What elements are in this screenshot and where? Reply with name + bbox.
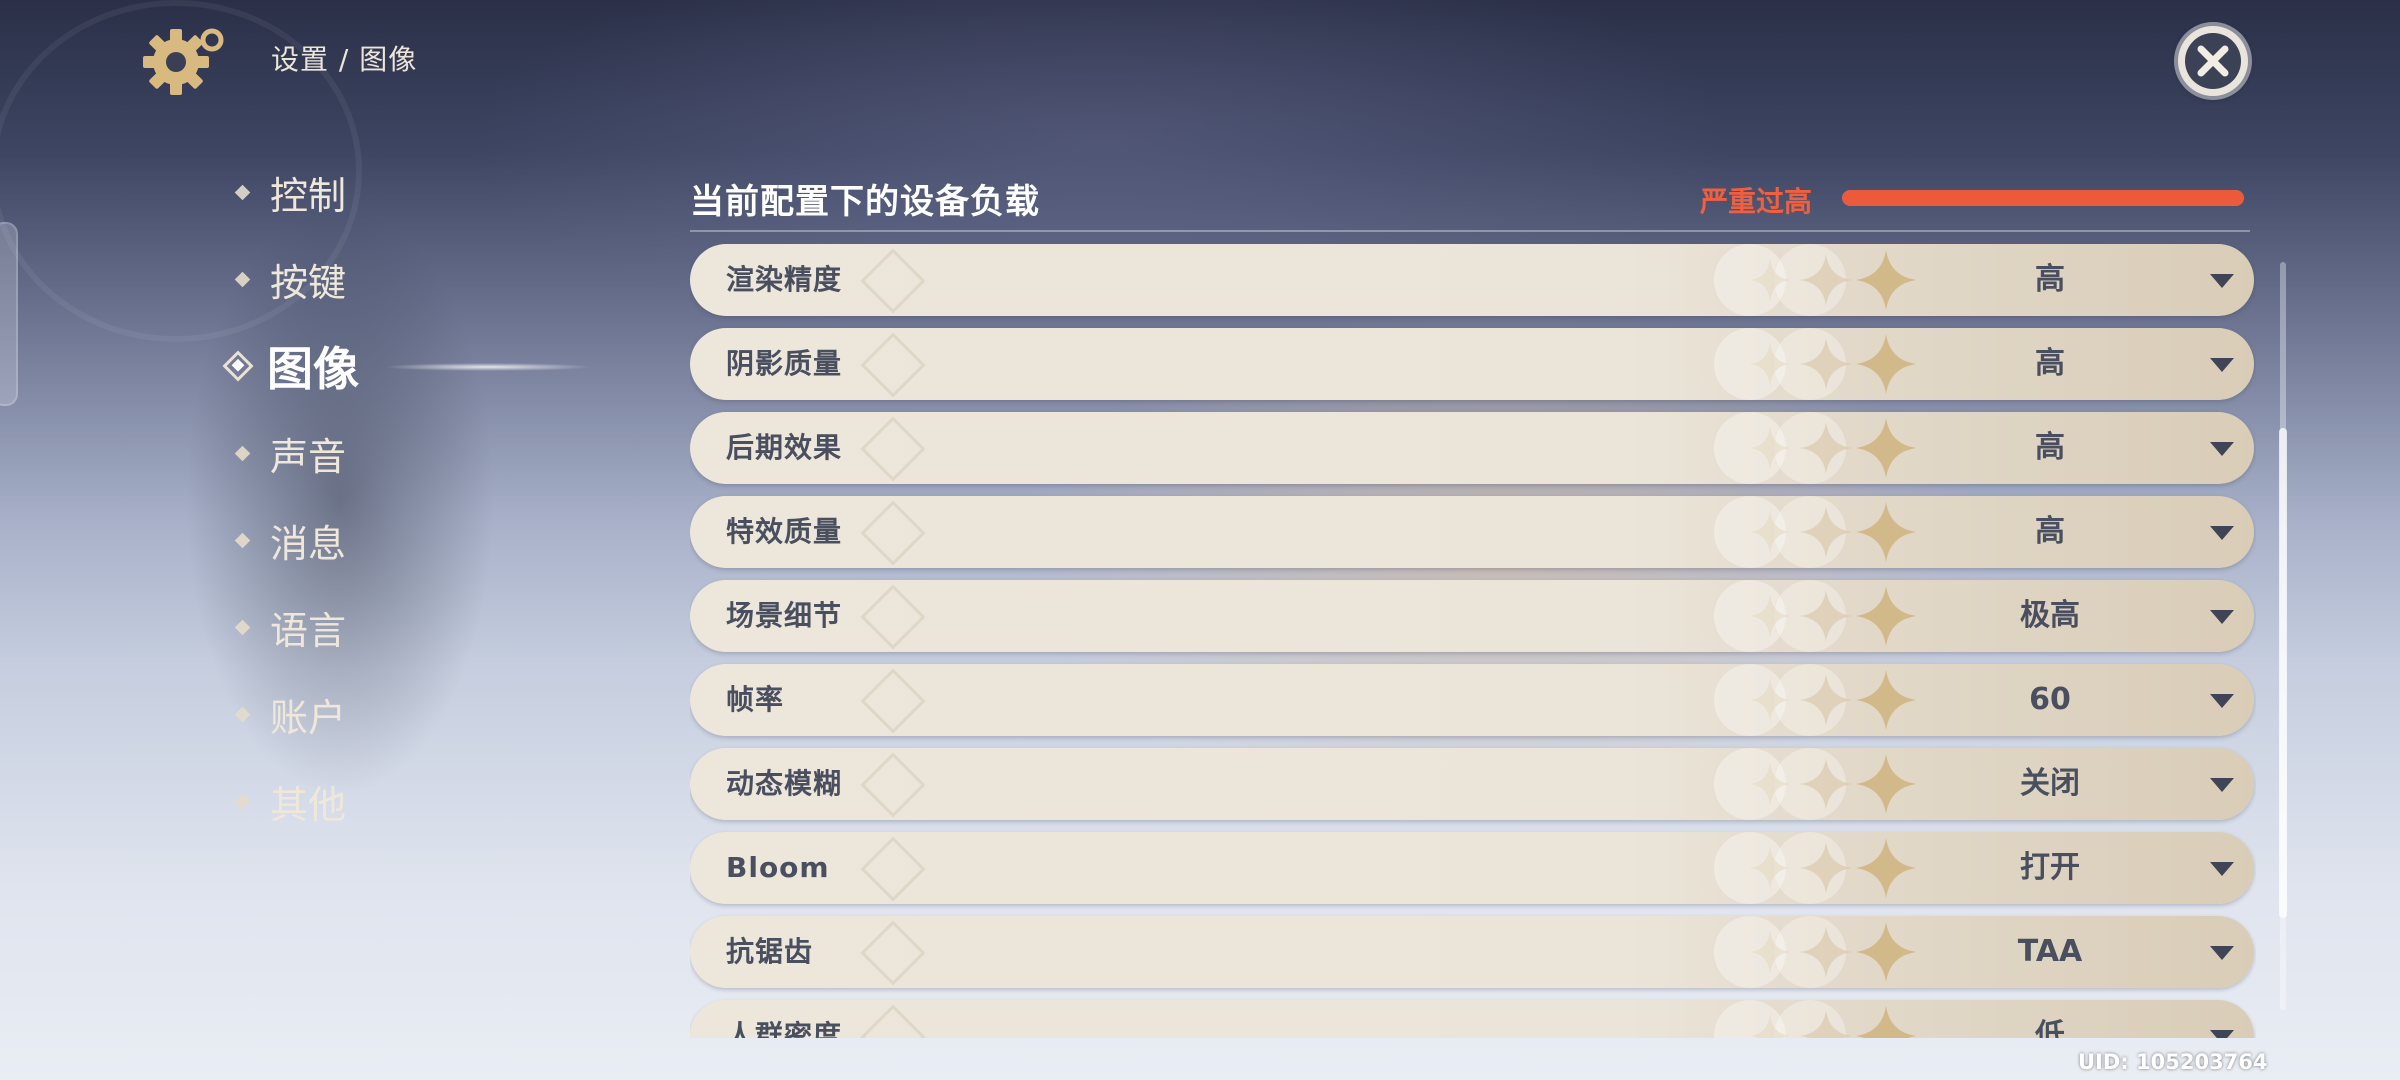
device-load-status: 严重过高 [1700,185,1813,218]
star-ornament-icon [1714,244,1916,316]
setting-value: 高 [2035,514,2065,549]
close-icon [2197,45,2229,77]
diamond-bullet-icon [234,271,251,287]
setting-label: 阴影质量 [726,347,843,380]
dropdown-arrow-icon[interactable] [2210,526,2234,540]
decorative-pattern [860,1004,926,1038]
device-load-bar [1842,190,2244,206]
decorative-pattern [860,920,926,986]
diamond-bullet-icon [234,532,251,548]
star-ornament-icon [1714,664,1916,736]
setting-value: 高 [2035,430,2065,465]
dropdown-arrow-icon[interactable] [2210,694,2234,708]
diamond-bullet-icon [234,793,251,809]
diamond-bullet-icon [234,445,251,461]
device-load-title: 当前配置下的设备负载 [690,182,1040,222]
nav-item-label: 其他 [270,782,347,827]
star-ornament-icon [1714,832,1916,904]
nav-item-label: 消息 [270,521,347,566]
star-ornament-icon [1714,1000,1916,1038]
diamond-bullet-icon [234,184,251,200]
nav-item-keys[interactable]: 按键 [232,249,532,309]
nav-item-label: 按键 [270,260,347,305]
nav-item-messages[interactable]: 消息 [232,510,532,570]
setting-value: 极高 [2020,598,2080,633]
graphics-settings-list: 渲染精度高阴影质量高后期效果高特效质量高场景细节 极高 帧率 60 动态模糊 关闭 Bloo… [690,244,2256,1038]
decorative-pattern [860,584,926,650]
setting-label: 帧率 [726,683,785,716]
setting-label: 特效质量 [726,515,843,548]
breadcrumb: 设置 / 图像 [271,43,418,76]
dropdown-arrow-icon[interactable] [2210,610,2234,624]
setting-label: 渲染精度 [726,263,843,296]
nav-item-label: 账户 [270,695,347,740]
setting-row[interactable]: 动态模糊 关闭 [690,748,2254,820]
diamond-bullet-icon [234,706,251,722]
setting-row[interactable]: 场景细节 极高 [690,580,2254,652]
setting-label: 抗锯齿 [726,935,814,968]
nav-item-audio[interactable]: 声音 [232,423,532,483]
nav-item-label: 控制 [270,173,347,218]
decorative-pattern [860,668,926,734]
setting-row[interactable]: 抗锯齿 TAA [690,916,2254,988]
device-load-fill [1842,190,2244,206]
setting-label: 人群密度 [726,1019,843,1038]
nav-item-label: 声音 [270,434,347,479]
divider [690,230,2250,232]
nav-item-label: 语言 [270,608,347,653]
decorative-pattern [860,332,926,398]
setting-row[interactable]: 渲染精度 高 [690,244,2254,316]
setting-row[interactable]: 后期效果 高 [690,412,2254,484]
setting-label: 动态模糊 [726,767,843,800]
setting-row[interactable]: 阴影质量 高 [690,328,2254,400]
setting-row[interactable]: Bloom 打开 [690,832,2254,904]
setting-row[interactable]: 帧率 60 [690,664,2254,736]
setting-value: 60 [2029,682,2071,717]
star-ornament-icon [1714,580,1916,652]
side-drawer-handle[interactable] [0,222,18,406]
star-ornament-icon [1714,328,1916,400]
dropdown-arrow-icon[interactable] [2210,274,2234,288]
decorative-pattern [860,752,926,818]
decorative-pattern [860,248,926,314]
sparkle-trail [368,360,638,374]
gear-icon [143,28,224,95]
dropdown-arrow-icon[interactable] [2210,358,2234,372]
scrollbar-thumb[interactable] [2279,428,2287,918]
setting-value: 低 [2035,1018,2065,1038]
nav-item-control[interactable]: 控制 [232,162,532,222]
decorative-pattern [860,416,926,482]
setting-label: Bloom [726,851,830,884]
diamond-bullet-icon [234,619,251,635]
star-ornament-icon [1714,412,1916,484]
star-ornament-icon [1714,496,1916,568]
nav-item-other[interactable]: 其他 [232,771,532,831]
decorative-pattern [860,500,926,566]
setting-label: 后期效果 [726,431,843,464]
star-ornament-icon [1714,748,1916,820]
nav-item-label: 图像 [267,342,359,396]
nav-item-language[interactable]: 语言 [232,597,532,657]
setting-value: TAA [2017,934,2083,969]
decorative-pattern [860,836,926,902]
diamond-selected-icon [222,350,254,382]
setting-row[interactable]: 人群密度 低 [690,1000,2254,1038]
uid-label: UID: 105203764 [2078,1050,2268,1074]
setting-label: 场景细节 [726,599,843,632]
setting-value: 打开 [2020,850,2080,885]
dropdown-arrow-icon[interactable] [2210,946,2234,960]
close-button[interactable] [2178,26,2248,96]
setting-value: 关闭 [2020,766,2080,801]
dropdown-arrow-icon[interactable] [2210,442,2234,456]
nav-item-account[interactable]: 账户 [232,684,532,744]
star-ornament-icon [1714,916,1916,988]
setting-value: 高 [2035,346,2065,381]
dropdown-arrow-icon[interactable] [2210,1030,2234,1038]
dropdown-arrow-icon[interactable] [2210,862,2234,876]
setting-value: 高 [2035,262,2065,297]
dropdown-arrow-icon[interactable] [2210,778,2234,792]
setting-row[interactable]: 特效质量 高 [690,496,2254,568]
